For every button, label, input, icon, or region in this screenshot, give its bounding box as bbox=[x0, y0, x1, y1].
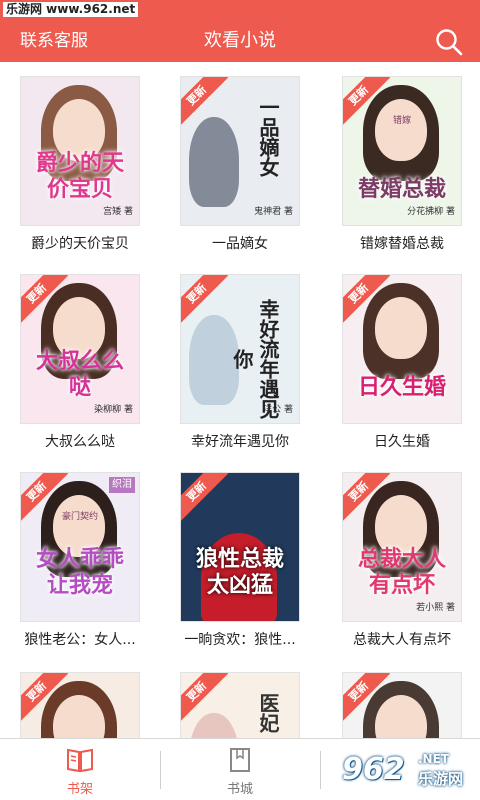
book-item[interactable]: 更新 bbox=[342, 672, 462, 738]
cover-subtitle: 豪门契约 bbox=[61, 512, 98, 522]
cover-badge: 织泪 bbox=[109, 477, 135, 493]
book-title: 一晌贪欢：狼性... bbox=[184, 632, 296, 648]
book-item[interactable]: 狼性总裁太凶猛 更新一晌贪欢：狼性... bbox=[180, 472, 300, 649]
book-title: 错嫁替婚总裁 bbox=[360, 236, 444, 252]
cover-subtitle: 错嫁 bbox=[392, 116, 411, 126]
book-item[interactable]: 大叔么么哒 染柳柳 著更新 大叔么么哒 bbox=[20, 274, 140, 451]
cover-title: 一品嫡女 bbox=[256, 97, 280, 177]
cover-illustration-face bbox=[375, 297, 427, 359]
cover-title: 女人乖乖让我宠 bbox=[35, 547, 124, 598]
book-cover[interactable]: 一品嫡女 鬼神君 著更新 bbox=[180, 76, 300, 226]
book-cover[interactable]: 织泪 豪门契约 女人乖乖让我宠 更新 bbox=[20, 472, 140, 622]
book-item[interactable]: 总裁大人有点坏 若小熙 著更新 总裁大人有点坏 bbox=[342, 472, 462, 649]
bookshelf-grid: 爵少的天价宝贝 宫矮 著爵少的天价宝贝 一品嫡女 鬼神君 著更新 一品嫡女 错嫁 替婚总裁分… bbox=[0, 62, 480, 738]
tab-bookshelf-label: 书架 bbox=[66, 782, 93, 797]
watermark-logo-net: .NET bbox=[418, 752, 449, 766]
book-cover[interactable]: 日久生婚 更新 bbox=[342, 274, 462, 424]
book-item[interactable]: 幸好流年遇见你 洋公 著更新幸好流年遇见你 bbox=[180, 274, 300, 451]
book-item[interactable]: 爵少的天价宝贝 宫矮 著爵少的天价宝贝 bbox=[20, 76, 140, 253]
watermark-logo-number: 962 bbox=[342, 752, 405, 787]
book-item[interactable]: 日久生婚 更新 日久生婚 bbox=[342, 274, 462, 451]
watermark-logo-cn: 乐游网 bbox=[418, 770, 464, 788]
book-item[interactable]: 错嫁 替婚总裁 分花拂柳 著更新 错嫁替婚总裁 bbox=[342, 76, 462, 253]
app-bar: 联系客服 欢看小说 bbox=[0, 20, 480, 62]
cover-title: 总裁大人有点坏 bbox=[357, 547, 446, 598]
book-cover[interactable]: 大叔么么哒 染柳柳 著更新 bbox=[20, 274, 140, 424]
book-title: 爵少的天价宝贝 bbox=[31, 236, 129, 252]
bookmark-book-icon bbox=[230, 748, 250, 772]
book-title: 狼性老公：女人... bbox=[24, 632, 136, 648]
contact-support-button[interactable]: 联系客服 bbox=[20, 20, 88, 62]
book-item[interactable]: 医妃 更新 bbox=[180, 672, 300, 738]
status-bar: 乐游网 www.962.net bbox=[0, 0, 480, 20]
tab-bookstore[interactable]: 书城 bbox=[160, 739, 320, 800]
site-watermark: 乐游网 www.962.net bbox=[3, 2, 139, 17]
cover-author: 分花拂柳 著 bbox=[407, 207, 455, 217]
cover-author: 鬼神君 著 bbox=[254, 207, 293, 217]
search-icon[interactable] bbox=[434, 27, 464, 57]
cover-author: 洋公 著 bbox=[263, 405, 293, 415]
962-watermark-logo: 962 .NET 乐游网 bbox=[342, 748, 480, 792]
cover-illustration-figure bbox=[189, 117, 239, 207]
cover-title: 日久生婚 bbox=[357, 375, 446, 400]
cover-title: 狼性总裁太凶猛 bbox=[195, 547, 284, 598]
cover-illustration-face bbox=[375, 99, 427, 161]
book-cover[interactable]: 爵少的天价宝贝宫矮 著 bbox=[20, 76, 140, 226]
book-title: 一品嫡女 bbox=[212, 236, 268, 252]
book-title: 总裁大人有点坏 bbox=[353, 632, 451, 648]
book-cover[interactable]: 狼性总裁太凶猛 更新 bbox=[180, 472, 300, 622]
tab-bookshelf[interactable]: 书架 bbox=[0, 739, 160, 800]
cover-title: 医妃 bbox=[256, 693, 280, 733]
cover-title: 大叔么么哒 bbox=[35, 349, 124, 400]
book-cover[interactable]: 幸好流年遇见你 洋公 著更新 bbox=[180, 274, 300, 424]
book-cover[interactable]: 更新 bbox=[342, 672, 462, 738]
book-title: 幸好流年遇见你 bbox=[191, 434, 289, 450]
tab-bookstore-label: 书城 bbox=[226, 782, 253, 797]
book-title: 日久生婚 bbox=[374, 434, 430, 450]
cover-title: 替婚总裁 bbox=[357, 177, 446, 202]
book-cover[interactable]: 医妃 更新 bbox=[180, 672, 300, 738]
cover-author: 染柳柳 著 bbox=[94, 405, 133, 415]
book-item[interactable]: 一品嫡女 鬼神君 著更新 一品嫡女 bbox=[180, 76, 300, 253]
cover-title: 爵少的天价宝贝 bbox=[35, 151, 124, 202]
cover-author: 若小熙 著 bbox=[416, 603, 455, 613]
book-open-icon bbox=[67, 748, 93, 773]
book-cover[interactable]: 总裁大人有点坏 若小熙 著更新 bbox=[342, 472, 462, 622]
book-cover[interactable]: 错嫁 替婚总裁 分花拂柳 著更新 bbox=[342, 76, 462, 226]
book-cover[interactable]: 更新 bbox=[20, 672, 140, 738]
book-item[interactable]: 织泪 豪门契约 女人乖乖让我宠 更新 狼性老公：女人... bbox=[20, 472, 140, 649]
book-item[interactable]: 更新 bbox=[20, 672, 140, 738]
cover-author: 宫矮 著 bbox=[103, 207, 133, 217]
book-title: 大叔么么哒 bbox=[45, 434, 115, 450]
